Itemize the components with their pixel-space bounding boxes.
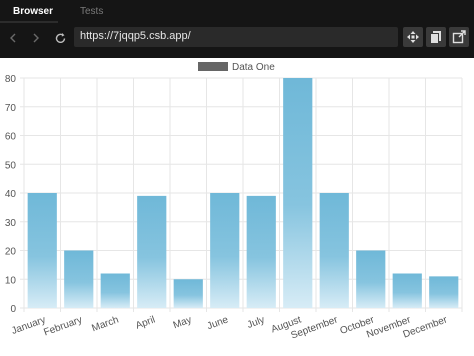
tab-browser[interactable]: Browser	[13, 6, 53, 17]
bar-august[interactable]	[283, 78, 313, 308]
x-tick-label: April	[134, 314, 157, 331]
refresh-button[interactable]	[51, 29, 69, 47]
chart-area: 0 10 20 30 40 50 60 70 80 January February March Ap…	[0, 58, 474, 351]
y-tick-label: 60	[5, 132, 17, 143]
y-tick-label: 0	[10, 304, 16, 315]
bar-january[interactable]	[27, 193, 57, 308]
bar-april[interactable]	[137, 195, 167, 308]
x-tick-label: May	[172, 314, 194, 331]
address-bar[interactable]: https://7jqqp5.csb.app/	[74, 27, 398, 47]
legend-label: Data One	[232, 62, 275, 73]
tab-tests[interactable]: Tests	[80, 6, 103, 17]
bar-march[interactable]	[100, 273, 130, 309]
bar-may[interactable]	[173, 279, 203, 308]
bar-june[interactable]	[210, 193, 240, 308]
bar-chart: 0 10 20 30 40 50 60 70 80 JanuaryFebruary March Ap…	[5, 62, 463, 342]
x-tick-label: January	[10, 314, 47, 337]
move-button[interactable]	[403, 27, 423, 47]
bar-july[interactable]	[246, 195, 276, 308]
bar-november[interactable]	[392, 273, 422, 309]
address-bar-url: https://7jqqp5.csb.app/	[80, 30, 191, 42]
y-tick-label: 20	[5, 247, 17, 258]
back-icon	[10, 33, 16, 43]
y-tick-label: 50	[5, 160, 17, 171]
copy-icon	[430, 31, 441, 44]
x-tick-label: June	[206, 314, 231, 332]
forward-button[interactable]	[27, 29, 45, 47]
x-tick-label: February	[42, 314, 83, 338]
copy-button[interactable]	[426, 27, 446, 47]
back-button[interactable]	[4, 29, 22, 47]
legend-swatch	[198, 62, 228, 71]
bar-february[interactable]	[64, 250, 94, 309]
move-icon	[407, 31, 419, 43]
y-tick-label: 70	[5, 103, 17, 114]
x-tick-label: March	[90, 314, 120, 334]
bar-december[interactable]	[429, 276, 459, 308]
y-tick-label: 40	[5, 189, 17, 200]
forward-icon	[33, 33, 39, 43]
external-link-icon	[452, 30, 466, 44]
y-tick-label: 30	[5, 218, 17, 229]
bar-october[interactable]	[356, 250, 386, 309]
open-external-button[interactable]	[449, 27, 469, 47]
refresh-icon	[55, 32, 65, 43]
y-tick-label: 10	[5, 275, 17, 286]
active-tab-indicator	[0, 21, 58, 23]
y-tick-label: 80	[5, 74, 17, 85]
bar-september[interactable]	[319, 193, 349, 308]
browser-chrome: Browser Tests https://7jqqp5.csb.app/	[0, 0, 474, 58]
x-tick-label: July	[246, 314, 266, 330]
